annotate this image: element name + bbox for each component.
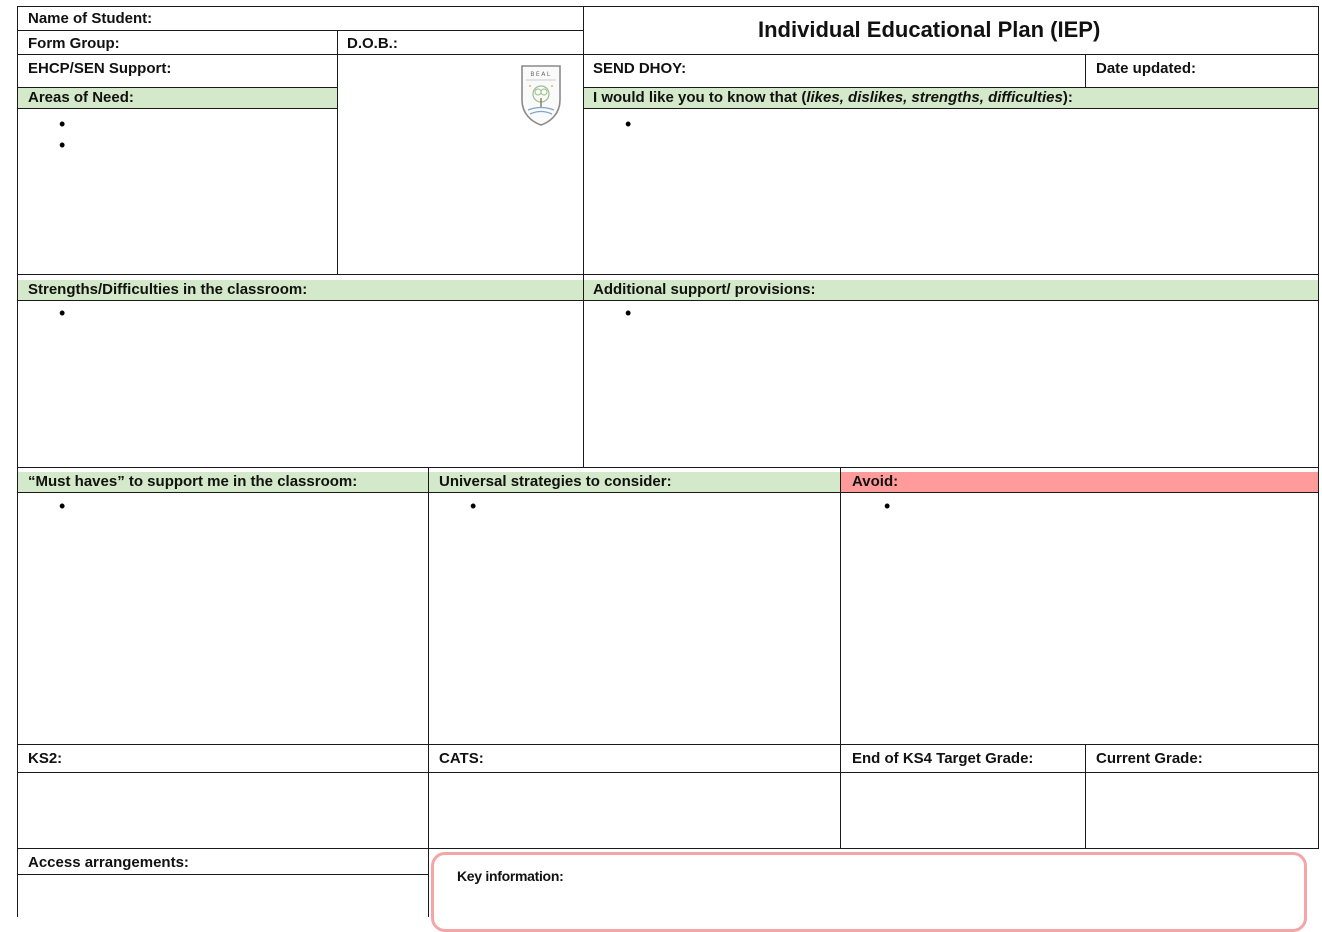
must-haves-bullet[interactable]: • bbox=[59, 497, 65, 515]
rule bbox=[17, 300, 1319, 301]
avoid-label: Avoid: bbox=[852, 473, 899, 490]
universal-bullet[interactable]: • bbox=[470, 497, 476, 515]
rule bbox=[583, 6, 584, 468]
know-that-suffix: ): bbox=[1062, 89, 1073, 106]
current-grade-label: Current Grade: bbox=[1096, 750, 1203, 767]
form-group-label: Form Group: bbox=[28, 35, 120, 52]
rule bbox=[17, 108, 337, 109]
must-haves-label: “Must haves” to support me in the classr… bbox=[28, 473, 358, 490]
areas-of-need-bullet[interactable]: • bbox=[59, 115, 65, 133]
strengths-label: Strengths/Difficulties in the classroom: bbox=[28, 281, 308, 298]
areas-of-need-bullet[interactable]: • bbox=[59, 136, 65, 154]
avoid-bullet[interactable]: • bbox=[884, 497, 890, 515]
school-crest-logo: BEAL bbox=[521, 65, 561, 126]
rule bbox=[17, 744, 1319, 745]
rule bbox=[17, 30, 583, 31]
name-of-student-label: Name of Student: bbox=[28, 10, 153, 27]
know-that-label: I would like you to know that (likes, di… bbox=[593, 88, 1073, 108]
rule bbox=[17, 6, 1319, 7]
access-arrangements-label: Access arrangements: bbox=[28, 854, 189, 871]
know-that-bullet[interactable]: • bbox=[625, 115, 631, 133]
dob-label: D.O.B.: bbox=[347, 35, 398, 52]
rule bbox=[17, 6, 18, 917]
rule bbox=[17, 848, 1319, 849]
rule bbox=[840, 467, 841, 849]
rule bbox=[17, 874, 428, 875]
key-information-label: Key information: bbox=[457, 868, 564, 884]
key-information-box[interactable] bbox=[431, 852, 1307, 932]
rule bbox=[1085, 744, 1086, 849]
iep-form: Name of Student: Individual Educational … bbox=[0, 0, 1322, 932]
universal-label: Universal strategies to consider: bbox=[439, 473, 672, 490]
rule bbox=[1085, 54, 1086, 88]
rule bbox=[17, 772, 1319, 773]
rule bbox=[17, 492, 1319, 493]
page-title: Individual Educational Plan (IEP) bbox=[758, 17, 1101, 42]
rule bbox=[17, 274, 1319, 275]
ehcp-label: EHCP/SEN Support: bbox=[28, 60, 172, 77]
know-that-prefix: I would like you to know that ( bbox=[593, 89, 807, 106]
rule bbox=[1318, 6, 1319, 849]
cats-label: CATS: bbox=[439, 750, 484, 767]
date-updated-label: Date updated: bbox=[1096, 60, 1197, 77]
send-dhoy-label: SEND DHOY: bbox=[593, 60, 687, 77]
areas-of-need-label: Areas of Need: bbox=[28, 89, 134, 106]
rule bbox=[428, 467, 429, 917]
additional-label: Additional support/ provisions: bbox=[593, 281, 816, 298]
avoid-header-band bbox=[840, 472, 1318, 492]
rule bbox=[337, 30, 338, 275]
rule bbox=[17, 54, 1319, 55]
rule bbox=[583, 108, 1319, 109]
additional-bullet[interactable]: • bbox=[625, 304, 631, 322]
know-that-italic: likes, dislikes, strengths, difficulties bbox=[806, 89, 1063, 106]
ks2-label: KS2: bbox=[28, 750, 63, 767]
strengths-bullet[interactable]: • bbox=[59, 304, 65, 322]
rule bbox=[17, 467, 1319, 468]
target-grade-label: End of KS4 Target Grade: bbox=[852, 750, 1034, 767]
svg-text:BEAL: BEAL bbox=[530, 71, 551, 78]
